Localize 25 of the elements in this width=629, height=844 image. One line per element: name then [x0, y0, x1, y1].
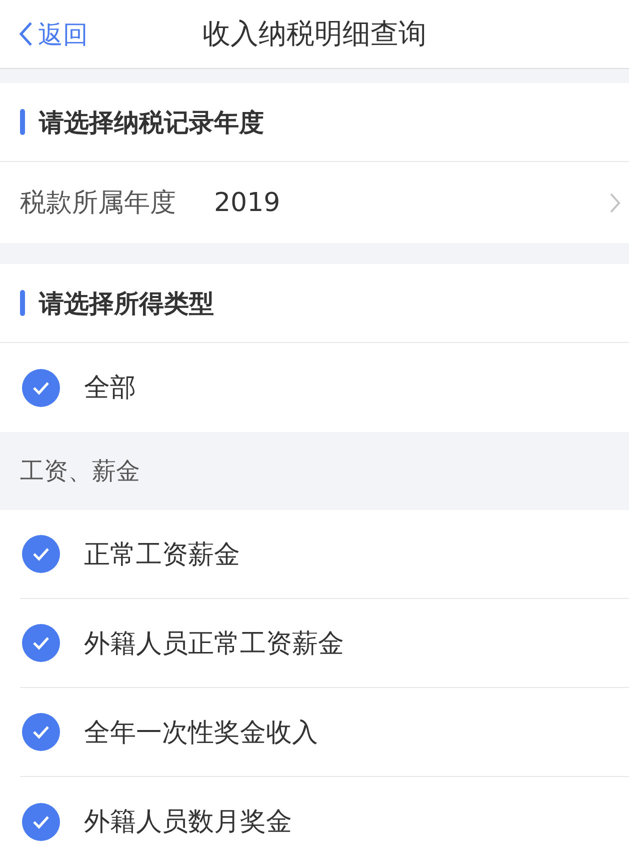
option-label: 正常工资薪金 — [84, 538, 240, 572]
page-title: 收入纳税明细查询 — [202, 16, 426, 52]
section-heading: 请选择所得类型 — [39, 288, 214, 320]
checkbox[interactable] — [22, 368, 60, 406]
accent-bar — [20, 290, 25, 316]
back-button[interactable]: 返回 — [18, 18, 88, 50]
checkbox[interactable] — [22, 713, 60, 751]
option-row[interactable]: 外籍人员正常工资薪金 — [20, 599, 629, 688]
chevron-right-icon — [609, 192, 621, 214]
checkbox[interactable] — [22, 624, 60, 662]
option-label: 全部 — [84, 372, 136, 405]
option-row[interactable]: 全部 — [20, 343, 629, 432]
chevron-left-icon — [18, 21, 34, 47]
checkbox[interactable] — [22, 535, 60, 573]
option-row[interactable]: 正常工资薪金 — [20, 510, 629, 599]
option-row[interactable]: 全年一次性奖金收入 — [20, 688, 629, 777]
option-label: 外籍人员正常工资薪金 — [84, 628, 344, 660]
checkbox[interactable] — [22, 802, 60, 840]
option-label: 全年一次性奖金收入 — [84, 716, 318, 750]
accent-bar — [20, 109, 25, 135]
option-row[interactable]: 外籍人员数月奖金 — [20, 777, 629, 844]
group-heading: 工资、薪金 — [20, 456, 140, 487]
year-selector[interactable]: 税款所属年度 2019 — [0, 162, 629, 243]
option-label: 外籍人员数月奖金 — [84, 806, 292, 839]
section-heading: 请选择纳税记录年度 — [39, 106, 264, 138]
